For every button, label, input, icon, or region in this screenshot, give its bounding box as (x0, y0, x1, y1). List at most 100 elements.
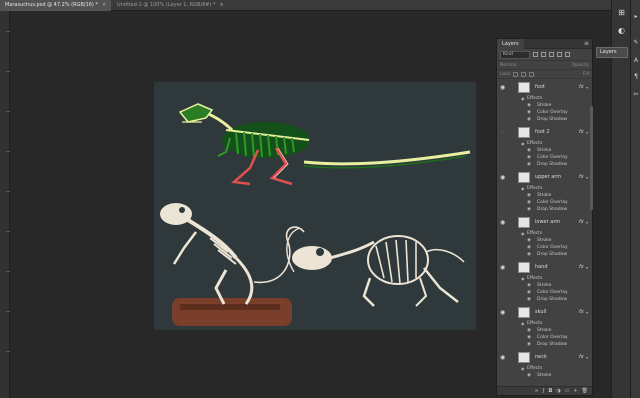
effect-visibility-icon[interactable]: ◉ (527, 199, 531, 206)
layer-name[interactable]: neck (535, 353, 547, 362)
add-style-icon[interactable]: ƒ (543, 387, 545, 396)
layer-item[interactable]: ◉ skull fx ▾ ◉ Effects ◉ Stroke ◉ Color Overlay ◉ D… (497, 306, 592, 351)
effects-visibility-icon[interactable]: ◉ (521, 95, 525, 102)
effect-item[interactable]: Stroke (537, 147, 551, 154)
lock-position-icon[interactable] (521, 71, 527, 77)
effect-visibility-icon[interactable]: ◉ (527, 102, 531, 109)
layer-item[interactable]: ◉ foot 2 fx ▾ ◉ Effects ◉ Stroke ◉ Color Overlay ◉… (497, 126, 592, 171)
effect-visibility-icon[interactable]: ◉ (527, 334, 531, 341)
layer-row[interactable]: ◉ foot 2 fx ▾ (497, 126, 592, 139)
tab-marasuchus[interactable]: Marasuchus.psd @ 47.2% (RGB/16) * × (0, 0, 112, 11)
visibility-eye-icon[interactable]: ◉ (500, 310, 505, 316)
effect-item[interactable]: Stroke (537, 237, 551, 244)
effect-visibility-icon[interactable]: ◉ (527, 109, 531, 116)
effect-item[interactable]: Color Overlay (537, 199, 568, 206)
pixel-filter-icon[interactable] (533, 52, 538, 57)
effect-item[interactable]: Drop Shadow (537, 296, 567, 303)
tab-layers[interactable]: Layers (497, 39, 524, 49)
fx-icon[interactable]: fx (579, 83, 584, 92)
color-icon[interactable]: ◐ (617, 26, 626, 35)
layer-row[interactable]: ◉ foot fx ▾ (497, 81, 592, 94)
adjust-tool-icon[interactable]: ✂ (633, 92, 639, 98)
layer-row[interactable]: ◉ skull fx ▾ (497, 306, 592, 319)
panel-menu-icon[interactable]: ≡ (584, 39, 589, 49)
visibility-eye-icon[interactable]: ◉ (500, 265, 505, 271)
expand-effects-icon[interactable]: ▾ (586, 173, 588, 182)
effects-visibility-icon[interactable]: ◉ (521, 185, 525, 192)
document-canvas[interactable] (154, 82, 476, 330)
expand-effects-icon[interactable]: ▾ (586, 218, 588, 227)
effect-item[interactable]: Drop Shadow (537, 116, 567, 123)
paragraph-tool-icon[interactable]: ¶ (633, 74, 639, 80)
lock-all-icon[interactable] (529, 71, 535, 77)
effect-visibility-icon[interactable]: ◉ (527, 161, 531, 168)
layer-row[interactable]: ◉ lower arm fx ▾ (497, 216, 592, 229)
effect-visibility-icon[interactable]: ◉ (527, 206, 531, 213)
expand-effects-icon[interactable]: ▾ (586, 308, 588, 317)
effect-item[interactable]: Stroke (537, 327, 551, 334)
layer-name[interactable]: foot 2 (535, 128, 550, 137)
tab-untitled[interactable]: Untitled-1 @ 100% (Layer 1, RGB/8#) * × (112, 0, 229, 11)
layers-scrollbar[interactable] (590, 106, 593, 210)
add-mask-icon[interactable]: ◘ (548, 387, 552, 396)
layer-item[interactable]: ◉ neck fx ▾ ◉ Effects ◉ Stroke (497, 351, 592, 386)
effect-visibility-icon[interactable]: ◉ (527, 154, 531, 161)
expand-effects-icon[interactable]: ▾ (586, 83, 588, 92)
visibility-eye-icon[interactable]: ◉ (500, 220, 505, 226)
effects-visibility-icon[interactable]: ◉ (521, 320, 525, 327)
effect-item[interactable]: Color Overlay (537, 109, 568, 116)
expand-effects-icon[interactable]: ▾ (586, 263, 588, 272)
effect-visibility-icon[interactable]: ◉ (527, 192, 531, 199)
effect-item[interactable]: Drop Shadow (537, 341, 567, 348)
brush-tool-icon[interactable]: ✎ (633, 40, 639, 46)
opacity-field[interactable]: Opacity (572, 63, 589, 68)
close-icon[interactable]: × (220, 2, 224, 8)
effect-item[interactable]: Color Overlay (537, 244, 568, 251)
new-adjustment-icon[interactable]: ◑ (556, 387, 560, 396)
effect-item[interactable]: Stroke (537, 372, 551, 379)
effect-visibility-icon[interactable]: ◉ (527, 147, 531, 154)
effect-item[interactable]: Color Overlay (537, 334, 568, 341)
effect-item[interactable]: Stroke (537, 192, 551, 199)
close-icon[interactable]: × (102, 2, 106, 8)
delete-layer-icon[interactable]: 🗑 (582, 387, 588, 396)
blend-mode-dropdown[interactable]: Normal (500, 63, 516, 68)
expand-effects-icon[interactable]: ▾ (586, 353, 588, 362)
fx-icon[interactable]: fx (579, 173, 584, 182)
fx-icon[interactable]: fx (579, 218, 584, 227)
layer-name[interactable]: hand (535, 263, 548, 272)
effect-item[interactable]: Color Overlay (537, 289, 568, 296)
layer-item[interactable]: ◉ foot fx ▾ ◉ Effects ◉ Stroke ◉ Color Overlay ◉ Dr… (497, 81, 592, 126)
effect-item[interactable]: Stroke (537, 102, 551, 109)
layer-name[interactable]: upper arm (535, 173, 561, 182)
kind-filter-dropdown[interactable]: Kind (500, 50, 530, 59)
effects-visibility-icon[interactable]: ◉ (521, 275, 525, 282)
effect-visibility-icon[interactable]: ◉ (527, 237, 531, 244)
visibility-eye-icon[interactable]: ◉ (500, 85, 505, 91)
effects-visibility-icon[interactable]: ◉ (521, 140, 525, 147)
fx-icon[interactable]: fx (579, 353, 584, 362)
effect-visibility-icon[interactable]: ◉ (527, 296, 531, 303)
effect-visibility-icon[interactable]: ◉ (527, 244, 531, 251)
effect-visibility-icon[interactable]: ◉ (527, 251, 531, 258)
effect-visibility-icon[interactable]: ◉ (527, 341, 531, 348)
text-tool-icon[interactable]: A (633, 58, 639, 64)
layer-name[interactable]: skull (535, 308, 546, 317)
visibility-eye-icon[interactable]: ◉ (500, 355, 505, 361)
layer-row[interactable]: ◉ neck fx ▾ (497, 351, 592, 364)
effect-item[interactable]: Stroke (537, 282, 551, 289)
fx-icon[interactable]: fx (579, 263, 584, 272)
fx-icon[interactable]: fx (579, 128, 584, 137)
layer-name[interactable]: foot (535, 83, 545, 92)
effects-visibility-icon[interactable]: ◉ (521, 230, 525, 237)
adjustment-filter-icon[interactable] (541, 52, 546, 57)
link-layers-icon[interactable]: ∞ (534, 387, 538, 396)
effect-visibility-icon[interactable]: ◉ (527, 372, 531, 379)
layer-item[interactable]: ◉ hand fx ▾ ◉ Effects ◉ Stroke ◉ Color Overlay ◉ Dr… (497, 261, 592, 306)
new-layer-icon[interactable]: + (573, 387, 577, 396)
lock-pixels-icon[interactable] (513, 71, 519, 77)
effect-item[interactable]: Color Overlay (537, 154, 568, 161)
expand-effects-icon[interactable]: ▾ (586, 128, 588, 137)
effect-visibility-icon[interactable]: ◉ (527, 327, 531, 334)
type-filter-icon[interactable] (549, 52, 554, 57)
